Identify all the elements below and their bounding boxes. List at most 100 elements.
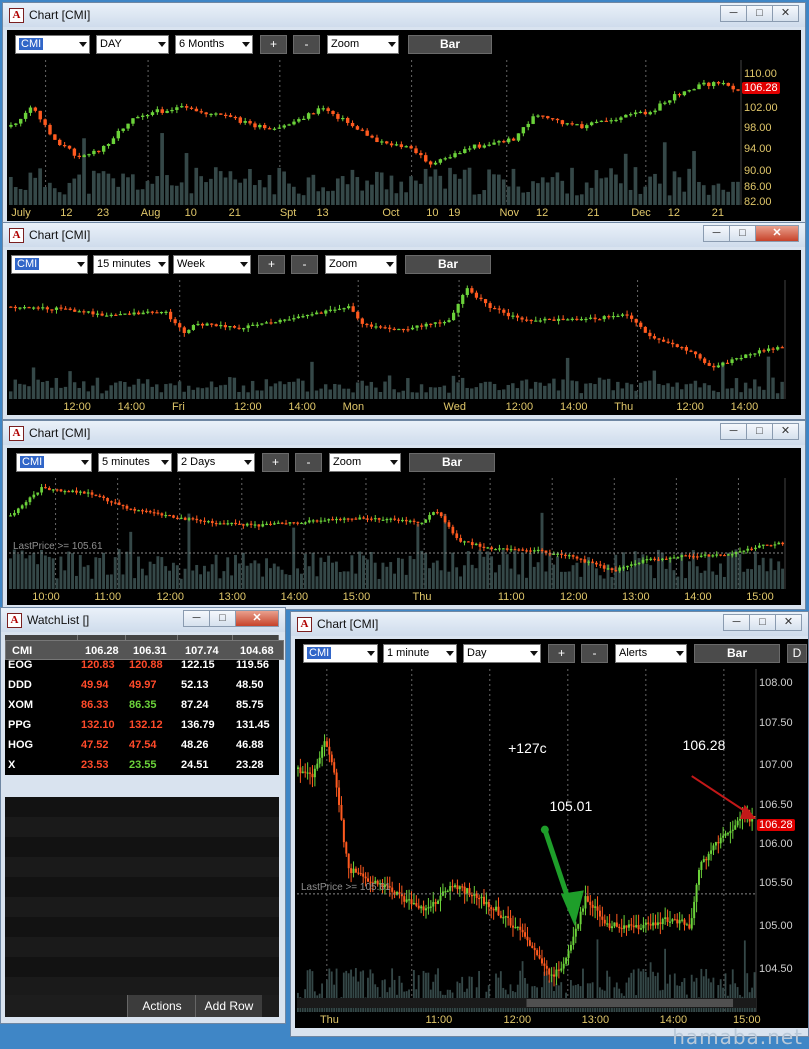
volume-bar <box>179 578 183 589</box>
volume-bar <box>561 379 565 399</box>
minimize-button[interactable]: ─ <box>720 5 747 22</box>
volume-bar <box>392 389 396 399</box>
table-row[interactable]: X 23.53 23.55 24.51 23.28 <box>5 755 279 775</box>
table-row[interactable]: HOG 47.52 47.54 48.26 46.88 <box>5 735 279 755</box>
volume-bar <box>315 576 319 589</box>
volume-bar <box>474 568 478 589</box>
range-select[interactable]: 2 Days <box>177 453 255 472</box>
price-chart[interactable]: 10:00 11:00 12:00 13:00 14:00 15:00 Thu 11:00 12… <box>9 478 799 603</box>
interval-select[interactable]: 5 minutes <box>98 453 172 472</box>
range-select[interactable]: Week <box>173 255 251 274</box>
range-select[interactable]: Day <box>463 644 541 663</box>
candle-body <box>620 314 625 316</box>
candle-body <box>159 311 164 314</box>
volume-bar <box>731 181 735 205</box>
candle-body <box>232 326 237 328</box>
candle-body <box>643 111 648 115</box>
zoom-out-button[interactable]: - <box>291 255 318 274</box>
zoom-select[interactable]: Zoom <box>325 255 397 274</box>
maximize-button[interactable]: □ <box>209 610 236 627</box>
zoom-select[interactable]: Zoom <box>327 35 399 54</box>
symbol-select[interactable]: CMI <box>303 644 378 663</box>
volume-bar <box>355 382 360 399</box>
symbol-select[interactable]: CMI <box>11 255 88 274</box>
close-button[interactable]: ✕ <box>772 5 799 22</box>
candle-body <box>693 901 696 919</box>
table-row[interactable]: CMI 106.28 106.31 107.74 104.68 <box>5 640 284 660</box>
zoom-out-button[interactable]: - <box>293 35 320 54</box>
title-bar[interactable]: A Chart [CMI] ─ □ ✕ <box>3 421 805 445</box>
candle-body <box>716 82 721 84</box>
price-chart[interactable]: July 12 23 Aug 10 21 Spt 13 Oct 10 19 Nov 12 21 Dec 12 2… <box>9 60 799 219</box>
interval-select[interactable]: 15 minutes <box>93 255 169 274</box>
close-button[interactable]: ✕ <box>755 225 799 242</box>
zoom-out-button[interactable]: - <box>581 644 608 663</box>
close-button[interactable]: ✕ <box>772 423 799 440</box>
symbol-select[interactable]: CMI <box>16 453 92 472</box>
price-chart[interactable]: Thu 11:00 12:00 13:00 14:00 15:00 108.00 107.50… <box>297 669 808 1026</box>
table-row[interactable]: XOM 86.33 86.35 87.24 85.75 <box>5 695 279 715</box>
maximize-button[interactable]: □ <box>746 5 773 22</box>
title-bar[interactable]: A WatchList [] ─ □ ✕ <box>1 608 285 632</box>
maximize-button[interactable]: □ <box>749 614 776 631</box>
x-axis-label: 14:00 <box>684 591 712 603</box>
table-row[interactable]: DDD 49.94 49.97 52.13 48.50 <box>5 675 279 695</box>
candle-body <box>28 107 33 113</box>
alerts-select[interactable]: Alerts <box>615 644 687 663</box>
range-select[interactable]: 6 Months <box>175 35 253 54</box>
chart-type-button[interactable]: Bar <box>408 35 492 54</box>
volume-bar <box>652 370 657 399</box>
volume-bar <box>127 386 132 399</box>
candle-body <box>638 111 643 114</box>
volume-bar <box>218 578 222 589</box>
volume-bar <box>765 571 769 589</box>
zoom-in-button[interactable]: + <box>258 255 285 274</box>
minimize-button[interactable]: ─ <box>720 423 747 440</box>
close-button[interactable]: ✕ <box>775 614 802 631</box>
title-bar[interactable]: A Chart [CMI] ─ □ ✕ <box>3 3 805 27</box>
chart-type-button[interactable]: Bar <box>409 453 495 472</box>
add-row-button[interactable]: Add Row <box>195 995 262 1017</box>
volume-bar <box>136 378 141 399</box>
scrollbar-thumb[interactable] <box>526 999 734 1007</box>
table-row[interactable]: PPG 132.10 132.12 136.79 131.45 <box>5 715 279 735</box>
interval-select[interactable]: 1 minute <box>383 644 457 663</box>
volume-bar <box>249 563 253 589</box>
volume-bar <box>369 551 373 589</box>
volume-bar <box>82 138 86 205</box>
actions-button[interactable]: Actions <box>127 995 196 1017</box>
minimize-button[interactable]: ─ <box>183 610 210 627</box>
chart-type-button[interactable]: Bar <box>694 644 780 663</box>
minimize-button[interactable]: ─ <box>703 225 730 242</box>
zoom-in-button[interactable]: + <box>262 453 289 472</box>
candle-body <box>19 118 23 124</box>
interval-select[interactable]: DAY <box>96 35 169 54</box>
zoom-in-button[interactable]: + <box>548 644 575 663</box>
chart-type-button[interactable]: Bar <box>405 255 491 274</box>
candle-body <box>347 853 350 869</box>
volume-bar <box>771 377 775 399</box>
candle-body <box>483 299 488 304</box>
maximize-button[interactable]: □ <box>746 423 773 440</box>
window-title: WatchList [] <box>27 613 90 627</box>
zoom-in-button[interactable]: + <box>260 35 287 54</box>
close-button[interactable]: ✕ <box>235 610 279 627</box>
price-chart[interactable]: 12:00 14:00 Fri 12:00 14:00 Mon Wed 12:00 14:00 T… <box>9 280 799 413</box>
zoom-select[interactable]: Zoom <box>329 453 401 472</box>
minimize-button[interactable]: ─ <box>723 614 750 631</box>
candle-body <box>389 518 393 520</box>
more-button[interactable]: D <box>787 644 807 663</box>
zoom-out-button[interactable]: - <box>295 453 322 472</box>
volume-bar <box>684 578 688 589</box>
maximize-button[interactable]: □ <box>729 225 756 242</box>
candle-body <box>699 555 703 557</box>
candle-body <box>683 919 686 925</box>
volume-bar <box>272 563 276 589</box>
symbol-select[interactable]: CMI <box>15 35 90 54</box>
title-bar[interactable]: A Chart [CMI] ─ □ ✕ <box>291 612 808 636</box>
volume-bar <box>462 169 467 205</box>
title-bar[interactable]: A Chart [CMI] ─ □ ✕ <box>3 223 805 247</box>
x-axis-label: 10 <box>426 207 439 219</box>
volume-bar <box>109 574 113 589</box>
app-icon: A <box>9 426 24 441</box>
